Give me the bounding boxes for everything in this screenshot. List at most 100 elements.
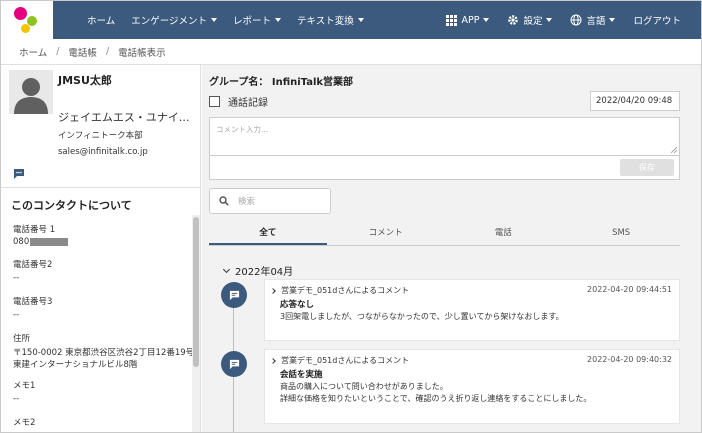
logout-link[interactable]: ログアウト	[633, 13, 681, 27]
nav-home-label: ホーム	[87, 16, 116, 27]
tab-comment[interactable]: コメント	[327, 222, 445, 245]
activity-entry[interactable]: 営業デモ_051dさんによるコメント 2022-04-20 09:40:32 会…	[264, 349, 680, 424]
caret-down-icon	[546, 18, 553, 22]
comment-placeholder: コメント入力...	[216, 125, 269, 134]
comment-textarea[interactable]: コメント入力...	[209, 117, 680, 156]
entry-header[interactable]: 営業デモ_051dさんによるコメント	[270, 355, 410, 366]
call-record-label: 通話記録	[228, 98, 268, 109]
contact-fields: 電話番号 1 080 電話番号2 -- 電話番号3 -- 住所 〒150-000…	[1, 215, 193, 432]
nav-engagement[interactable]: エンゲージメント	[131, 13, 218, 27]
scrollbar-thumb[interactable]	[193, 217, 199, 367]
nav-settings[interactable]: 設定	[507, 13, 553, 27]
caret-down-icon	[609, 18, 616, 22]
entry-body-line: 3回架電しましたが、つながらなかったので、少し置いてから架けなおします。	[280, 312, 564, 321]
comment-actions: 保存	[209, 156, 680, 180]
breadcrumb-home[interactable]: ホーム	[19, 45, 47, 59]
contact-company: ジェイエムエス・ユナイテッド	[58, 111, 198, 124]
logo-dot-pink	[14, 7, 27, 20]
field-value-phone2: --	[13, 273, 20, 283]
breadcrumb: ホーム / 電話帳 / 電話帳表示	[1, 39, 701, 65]
entry-author: 営業デモ_051dさんによるコメント	[281, 356, 410, 365]
gear-icon	[507, 14, 519, 26]
nav-settings-label: 設定	[523, 16, 543, 27]
caret-down-icon	[357, 18, 364, 22]
contact-panel: JMSU太郎 ジェイエムエス・ユナイテッド インフィニトーク本部 sales@i…	[1, 65, 201, 432]
resize-handle-icon[interactable]	[671, 147, 677, 153]
contact-email[interactable]: sales@infinitalk.co.jp	[58, 147, 148, 157]
field-label-address: 住所	[13, 334, 31, 344]
chevron-right-icon	[270, 287, 276, 294]
tab-all[interactable]: 全て	[209, 222, 327, 245]
call-record-checkbox[interactable]	[209, 96, 220, 107]
nav-app[interactable]: APP	[446, 14, 490, 26]
tab-sms[interactable]: SMS	[562, 222, 680, 245]
chevron-down-icon	[222, 265, 231, 273]
field-value-phone1: 080	[13, 237, 69, 247]
entry-body-line: 詳細な価格を知りたいということで、確認のうえ折り返し連絡をすることにしました。	[280, 394, 592, 403]
breadcrumb-current: 電話帳表示	[118, 47, 166, 59]
about-contact-heading: このコンタクトについて	[1, 187, 200, 215]
nav-text-conversion[interactable]: テキスト変換	[297, 13, 364, 27]
globe-icon	[570, 14, 582, 26]
caret-down-icon	[483, 18, 490, 22]
entry-title: 会話を実施	[280, 370, 323, 380]
grid-icon	[446, 14, 458, 26]
caret-down-icon	[211, 18, 218, 22]
month-label: 2022年04月	[235, 267, 294, 278]
redacted-block	[30, 237, 69, 246]
nav-engagement-label: エンゲージメント	[131, 16, 208, 27]
search-icon	[219, 196, 229, 206]
entry-header[interactable]: 営業デモ_051dさんによるコメント	[270, 285, 410, 296]
chevron-right-icon	[270, 357, 276, 364]
nav-report[interactable]: レポート	[233, 13, 282, 27]
breadcrumb-separator: /	[105, 46, 110, 57]
nav-language[interactable]: 言語	[570, 13, 616, 27]
group-title: グループ名： InfiniTalk営業部	[209, 77, 354, 88]
logo-dot-yellow	[21, 24, 30, 33]
caret-down-icon	[275, 18, 282, 22]
message-icon[interactable]	[13, 168, 25, 183]
nav-app-label: APP	[461, 14, 480, 26]
nav-text-conversion-label: テキスト変換	[297, 16, 354, 27]
nav-home[interactable]: ホーム	[87, 13, 115, 27]
field-value-memo1: --	[13, 394, 20, 404]
app-logo[interactable]	[1, 1, 53, 39]
activity-entry[interactable]: 営業デモ_051dさんによるコメント 2022-04-20 09:44:51 応…	[264, 279, 680, 341]
field-label-phone1: 電話番号 1	[13, 225, 56, 235]
user-silhouette-icon	[9, 70, 53, 114]
field-label-phone3: 電話番号3	[13, 297, 53, 307]
nav-report-label: レポート	[233, 16, 272, 27]
entry-timestamp: 2022-04-20 09:44:51	[587, 285, 672, 294]
logout-label: ログアウト	[633, 16, 681, 27]
top-navbar: ホーム エンゲージメント レポート テキスト変換 APP 設定 言語 ログアウト	[1, 1, 701, 39]
tab-phone[interactable]: 電話	[445, 222, 563, 245]
phone1-text: 080	[13, 237, 30, 247]
save-button[interactable]: 保存	[620, 159, 674, 176]
entry-body: 商品の購入について問い合わせがありました。 詳細な価格を知りたいということで、確…	[280, 381, 591, 405]
breadcrumb-separator: /	[56, 46, 60, 57]
comment-bubble-icon	[221, 282, 247, 308]
field-label-memo2: メモ2	[13, 418, 36, 428]
contact-name: JMSU太郎	[58, 74, 112, 87]
entry-title: 応答なし	[280, 300, 315, 310]
activity-panel: グループ名： InfiniTalk営業部 通話記録 2022/04/20 09:…	[202, 65, 701, 432]
app-window: ホーム エンゲージメント レポート テキスト変換 APP 設定 言語 ログアウト…	[0, 0, 702, 433]
entry-timestamp: 2022-04-20 09:40:32	[587, 355, 672, 364]
field-value-address-line2: 東建インターナショナルビル8階	[13, 360, 138, 370]
main-menu: ホーム エンゲージメント レポート テキスト変換	[87, 13, 380, 27]
search-placeholder: 検索	[238, 197, 256, 207]
field-label-phone2: 電話番号2	[13, 260, 53, 270]
month-group-toggle[interactable]: 2022年04月	[222, 263, 294, 278]
contact-department: インフィニトーク本部	[58, 131, 143, 141]
nav-right-menu: APP 設定 言語 ログアウト	[428, 1, 701, 39]
datetime-input[interactable]: 2022/04/20 09:48	[590, 91, 680, 111]
entry-body: 3回架電しましたが、つながらなかったので、少し置いてから架けなおします。	[280, 311, 564, 323]
nav-language-label: 言語	[586, 16, 606, 27]
entry-body-line: 商品の購入について問い合わせがありました。	[280, 382, 448, 391]
activity-tabs: 全て コメント 電話 SMS	[209, 222, 680, 246]
search-input[interactable]: 検索	[209, 188, 331, 214]
call-record-toggle[interactable]: 通話記録	[209, 94, 268, 109]
entry-author: 営業デモ_051dさんによるコメント	[281, 286, 410, 295]
avatar	[9, 70, 53, 114]
breadcrumb-phonebook[interactable]: 電話帳	[68, 45, 97, 59]
